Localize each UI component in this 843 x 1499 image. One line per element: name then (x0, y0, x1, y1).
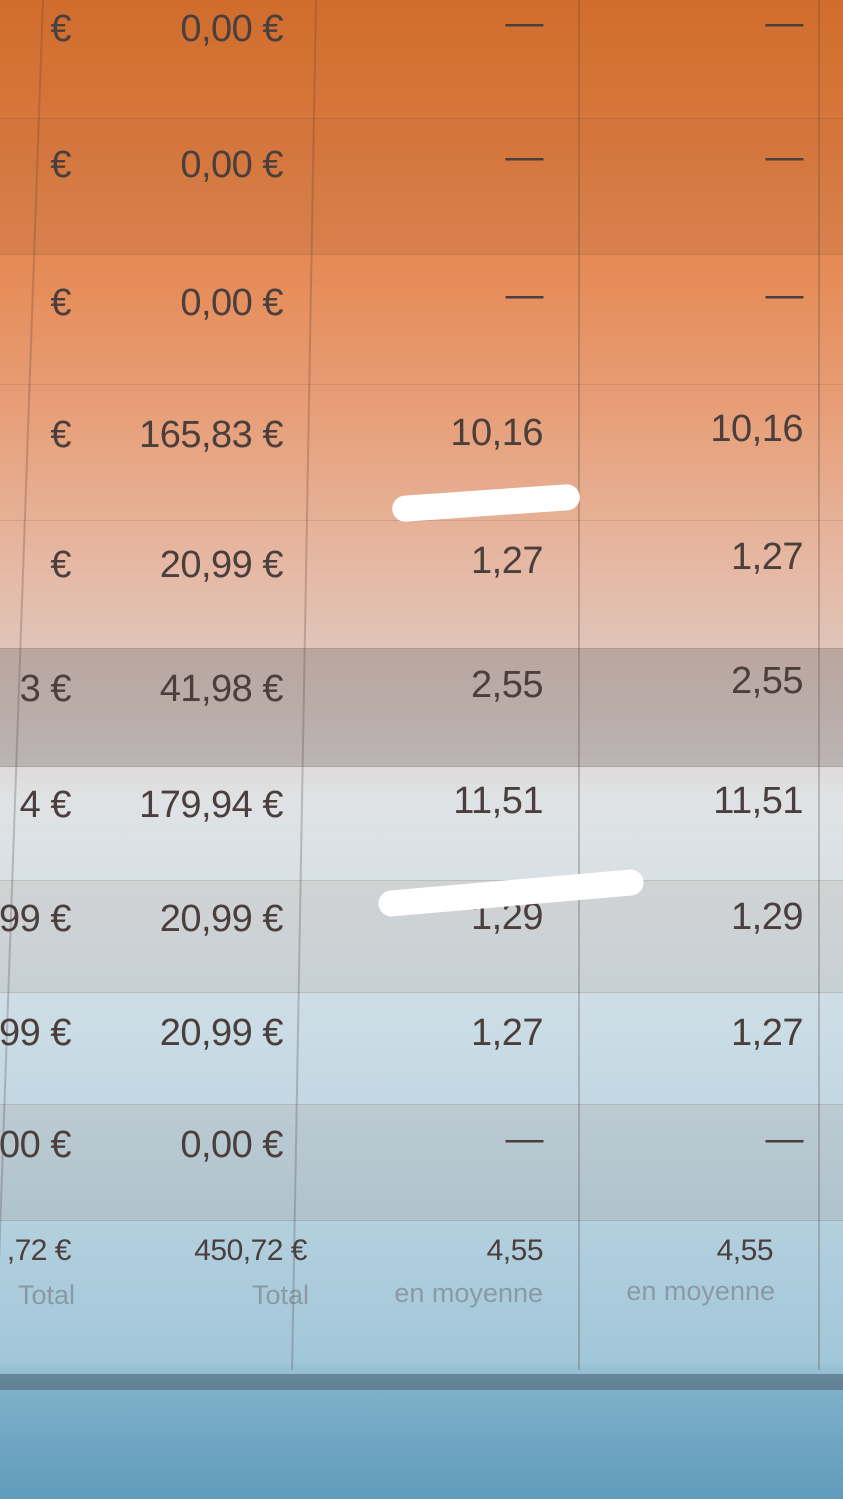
cell-col3: 2,55 (731, 660, 803, 702)
total-col1-label: Total (251, 1280, 309, 1310)
cell-col1: 41,98 € (159, 668, 284, 710)
total-col0-value: ,72 € (6, 1234, 72, 1267)
cell-col3: 11,51 (713, 780, 803, 822)
cell-col1: 20,99 € (159, 898, 284, 940)
cell-col2: 2,55 (471, 664, 543, 706)
cell-col2: — (505, 274, 544, 316)
cell-col0: € (50, 282, 71, 324)
cell-col1: 0,00 € (180, 8, 283, 50)
column-divider (818, 0, 820, 1370)
total-col1-value: 450,72 € (194, 1234, 307, 1267)
cell-col3: 1,27 (731, 1012, 803, 1054)
cell-col3: 1,27 (731, 536, 803, 578)
cell-col0: 99 € (0, 1012, 71, 1054)
cell-col0: € (50, 414, 71, 456)
table-row: € 0,00 € — — (0, 118, 843, 255)
cell-col3: 10,16 (710, 408, 803, 450)
totals-row: ,72 € Total 450,72 € Total 4,55 en moyen… (0, 1220, 843, 1370)
total-col2-label: en moyenne (394, 1278, 543, 1308)
cell-col3: — (765, 136, 804, 178)
cell-col0: 00 € (0, 1124, 71, 1166)
table-row: 4 € 179,94 € 11,51 11,51 (0, 766, 843, 881)
cell-col1: 165,83 € (139, 414, 283, 456)
table-row-selected[interactable]: 3 € 41,98 € 2,55 2,55 (0, 648, 843, 767)
cell-col2: 1,27 (471, 1012, 543, 1054)
total-col3-label: en moyenne (626, 1276, 775, 1306)
table-row: 00 € 0,00 € — — (0, 1104, 843, 1221)
table-row: € 0,00 € — — (0, 254, 843, 385)
cell-col0: € (50, 544, 71, 586)
total-col0-label: Total (17, 1280, 75, 1310)
table-row: 99 € 20,99 € 1,27 1,27 (0, 992, 843, 1105)
cell-col1: 179,94 € (139, 784, 283, 826)
cell-col0: € (50, 8, 71, 50)
cell-col0: € (50, 144, 71, 186)
spreadsheet-photo: € 0,00 € — — € 0,00 € — — € 0,00 € — — €… (0, 0, 843, 1499)
cell-col1: 0,00 € (180, 1124, 283, 1166)
cell-col3: — (765, 2, 804, 44)
cell-col2: 10,16 (450, 412, 543, 454)
cell-col0: 4 € (19, 784, 72, 826)
cell-col1: 0,00 € (180, 144, 283, 186)
cell-col2: 11,51 (453, 780, 543, 822)
cell-col1: 0,00 € (180, 282, 283, 324)
total-col2-value: 4,55 (486, 1234, 544, 1267)
cell-col1: 20,99 € (159, 544, 284, 586)
cell-col2: — (505, 2, 544, 44)
cell-col1: 20,99 € (159, 1012, 284, 1054)
cell-col3: — (765, 1118, 804, 1160)
cell-col0: 3 € (19, 668, 72, 710)
window-bottom-edge (0, 1374, 843, 1390)
cell-col3: — (765, 274, 804, 316)
column-divider (578, 0, 580, 1370)
table-row: € 20,99 € 1,27 1,27 (0, 520, 843, 649)
total-col3-value: 4,55 (716, 1234, 774, 1267)
cell-col2: — (505, 136, 544, 178)
cell-col2: — (505, 1118, 544, 1160)
cell-col3: 1,29 (731, 896, 803, 938)
table-row: € 0,00 € — — (0, 0, 843, 119)
cell-col2: 1,27 (471, 540, 543, 582)
